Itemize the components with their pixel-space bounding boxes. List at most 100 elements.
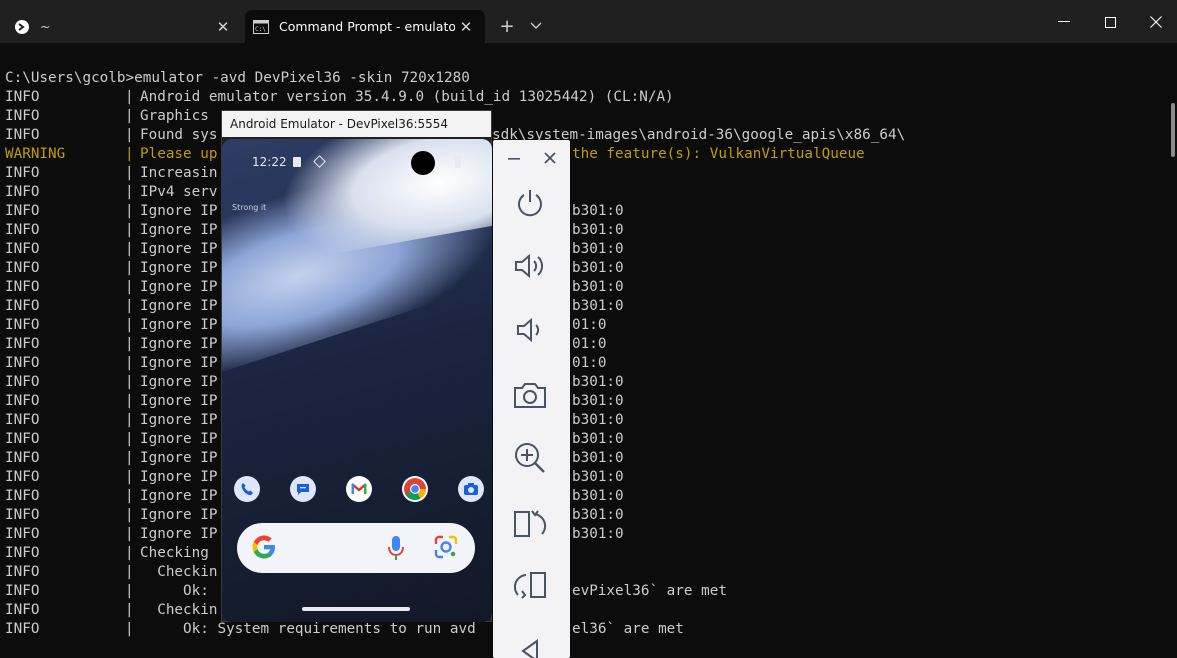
app-dock (234, 476, 484, 504)
tab-title: ~ (40, 19, 51, 34)
rotate-right-icon[interactable] (511, 567, 549, 605)
log-text: Found sys (140, 127, 218, 143)
log-text: Ignore IP (140, 260, 218, 276)
log-text-fragment: 01:0 (572, 317, 607, 333)
log-level: INFO (5, 374, 40, 390)
lens-icon[interactable] (433, 534, 459, 564)
separator: | (125, 165, 134, 181)
terminal-icon (14, 19, 30, 35)
log-text: Ignore IP (140, 298, 218, 314)
log-text: Ignore IP (140, 317, 218, 333)
gmail-icon[interactable] (346, 476, 372, 502)
separator: | (125, 279, 134, 295)
separator: | (125, 222, 134, 238)
log-level: INFO (5, 431, 40, 447)
phone-screen[interactable]: 12:22 Strong it (222, 139, 492, 622)
close-tab-icon[interactable]: ✕ (455, 16, 477, 38)
log-text: Android emulator version 35.4.9.0 (build… (140, 89, 674, 105)
title-bar: ~ ✕ C:\ Command Prompt - emulator ✕ + (0, 0, 1177, 43)
log-text: Ignore IP (140, 203, 218, 219)
minimize-icon[interactable] (507, 150, 521, 166)
back-icon[interactable] (511, 632, 549, 658)
log-line: INFO | IPv4 serv (5, 183, 217, 202)
battery-icon (455, 156, 461, 168)
chevron-down-icon[interactable] (524, 14, 548, 38)
log-text: Checking (140, 545, 218, 561)
power-icon[interactable] (511, 184, 549, 222)
messages-icon[interactable] (290, 476, 316, 502)
log-text: Checkin (140, 602, 218, 618)
chrome-icon[interactable] (402, 476, 428, 502)
google-search-bar[interactable] (237, 523, 475, 573)
minimize-button[interactable] (1041, 6, 1087, 38)
log-text-fragment: b301:0 (572, 488, 624, 504)
separator: | (125, 89, 134, 105)
log-text-fragment: b301:0 (572, 526, 624, 542)
log-text: Ok: System requirements to run avd (140, 621, 476, 637)
log-text-fragment: b301:0 (572, 260, 624, 276)
log-level: INFO (5, 184, 40, 200)
status-time: 12:22 (252, 155, 287, 169)
log-text: Ignore IP (140, 450, 218, 466)
log-text-fragment: evPixel36` are met (572, 583, 727, 599)
log-line: INFO | Ignore IP (5, 278, 217, 297)
log-level: WARNING (5, 146, 66, 162)
log-text: Ignore IP (140, 336, 218, 352)
log-text: Ignore IP (140, 279, 218, 295)
close-icon[interactable] (543, 150, 557, 166)
volume-down-icon[interactable] (511, 311, 549, 349)
log-level: INFO (5, 336, 40, 352)
separator: | (125, 298, 134, 314)
phone-icon[interactable] (234, 476, 260, 502)
log-level: INFO (5, 488, 40, 504)
separator: | (125, 336, 134, 352)
gesture-navigation-bar[interactable] (302, 607, 410, 611)
log-line: INFO | Ignore IP (5, 525, 217, 544)
log-level: INFO (5, 412, 40, 428)
maximize-button[interactable] (1087, 6, 1133, 38)
separator: | (125, 412, 134, 428)
log-text: Ignore IP (140, 469, 218, 485)
log-text-fragment: 01:0 (572, 336, 607, 352)
close-tab-icon[interactable]: ✕ (212, 16, 234, 38)
screenshot-icon[interactable] (511, 376, 549, 414)
tab-command-prompt[interactable]: C:\ Command Prompt - emulator ✕ (245, 10, 485, 43)
log-line: INFO | Ignore IP (5, 373, 217, 392)
log-text-fragment: b301:0 (572, 450, 624, 466)
separator: | (125, 564, 134, 580)
log-text-fragment: 01:0 (572, 355, 607, 371)
separator: | (125, 545, 134, 561)
log-level: INFO (5, 298, 40, 314)
scrollbar[interactable] (1171, 103, 1175, 157)
separator: | (125, 602, 134, 618)
log-text-fragment: the feature(s): VulkanVirtualQueue (572, 146, 865, 162)
close-window-button[interactable] (1133, 6, 1177, 38)
log-line: INFO | Checkin (5, 601, 217, 620)
camera-app-icon[interactable] (458, 476, 484, 502)
log-level: INFO (5, 89, 40, 105)
log-text-fragment: b301:0 (572, 431, 624, 447)
log-text: IPv4 serv (140, 184, 218, 200)
tab-home[interactable]: ~ ✕ (6, 10, 242, 43)
separator: | (125, 450, 134, 466)
rotate-left-icon[interactable] (511, 504, 549, 542)
zoom-icon[interactable] (511, 439, 549, 477)
log-level: INFO (5, 317, 40, 333)
separator: | (125, 621, 134, 637)
new-tab-button[interactable]: + (495, 14, 519, 38)
log-line: INFO | Ok: (5, 582, 209, 601)
log-text-fragment: b301:0 (572, 279, 624, 295)
log-line: INFO | Ok: System requirements to run avd (5, 620, 476, 639)
log-text: Ignore IP (140, 488, 218, 504)
emulator-window[interactable]: Android Emulator - DevPixel36:5554 12:22… (221, 110, 492, 622)
log-text: Graphics (140, 108, 209, 124)
mic-icon[interactable] (387, 534, 405, 566)
separator: | (125, 127, 134, 143)
log-line: INFO | Ignore IP (5, 202, 217, 221)
log-text: Ignore IP (140, 241, 218, 257)
at-a-glance[interactable]: Strong it (232, 203, 266, 212)
separator: | (125, 146, 134, 162)
emulator-toolbar (493, 140, 570, 658)
log-text-fragment: b301:0 (572, 374, 624, 390)
volume-up-icon[interactable] (511, 247, 549, 285)
